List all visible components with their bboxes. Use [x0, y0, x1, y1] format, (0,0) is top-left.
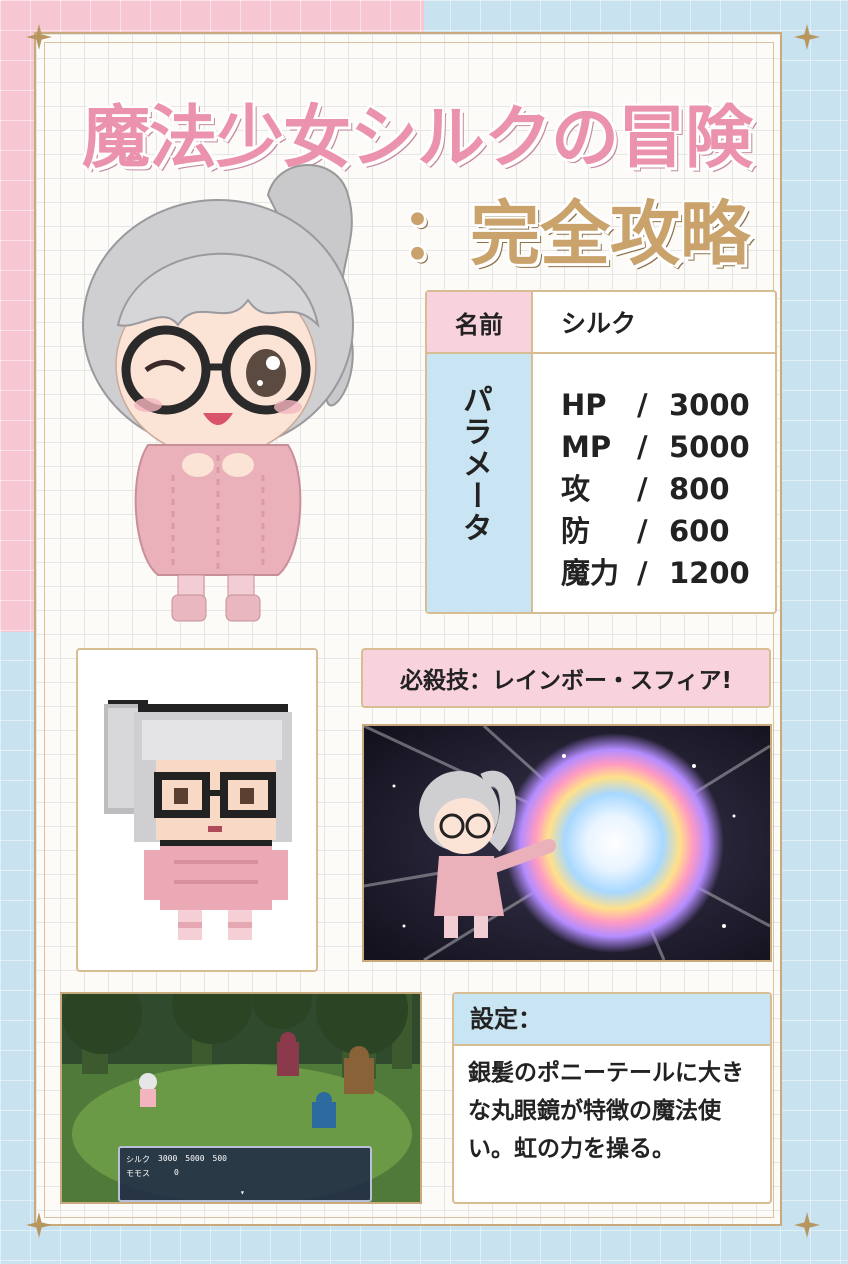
- cursor-arrow-icon: ▾: [240, 1188, 245, 1197]
- stat-row-magic: 魔力 / 1200: [561, 552, 750, 594]
- party-member-hp: 3000: [158, 1154, 178, 1163]
- stat-value: 600: [669, 514, 730, 548]
- party-member-mp: 5000: [185, 1154, 205, 1163]
- rainbow-sphere-art: [364, 726, 770, 960]
- setting-box: 設定： 銀髪のポニーテールに大きな丸眼鏡が特徴の魔法使い。虹の力を操る。: [452, 992, 772, 1204]
- stat-key: 攻: [561, 472, 591, 506]
- parameter-label: パラメータ: [457, 384, 492, 544]
- battle-status-window: シルク 3000 5000 500 モモス 0 ▾: [118, 1146, 372, 1202]
- party-member-ap: 0: [174, 1168, 179, 1177]
- stat-separator: /: [637, 556, 648, 590]
- party-member-ap: 500: [212, 1154, 227, 1163]
- stat-row-defense: 防 / 600: [561, 510, 750, 552]
- special-move-illustration: [362, 724, 772, 962]
- pixel-sprite-illustration: [104, 700, 292, 940]
- stat-value: 5000: [669, 430, 750, 464]
- parameter-label-cell: パラメータ: [427, 354, 533, 612]
- stat-key: HP: [561, 388, 607, 422]
- setting-description: 銀髪のポニーテールに大きな丸眼鏡が特徴の魔法使い。虹の力を操る。: [468, 1060, 744, 1162]
- name-label: 名前: [427, 292, 533, 354]
- stat-key: 魔力: [561, 556, 620, 590]
- title-line-2: ：完全攻略: [400, 193, 750, 275]
- party-row: モモス 0: [126, 1168, 364, 1180]
- party-row: シルク 3000 5000 500: [126, 1154, 364, 1166]
- setting-header: 設定：: [454, 994, 770, 1046]
- stat-key: 防: [561, 514, 591, 548]
- chibi-character-illustration: [82, 164, 354, 622]
- stat-row-hp: HP / 3000: [561, 384, 750, 426]
- stat-separator: /: [637, 430, 648, 464]
- stat-separator: /: [637, 514, 648, 548]
- pixel-sprite-card: [76, 648, 318, 972]
- profile-table: 名前 シルク パラメータ HP / 3000 MP / 5000 攻 / 800…: [425, 290, 777, 614]
- stat-separator: /: [637, 388, 648, 422]
- stat-key: MP: [561, 430, 612, 464]
- stat-value: 800: [669, 472, 730, 506]
- stat-list: HP / 3000 MP / 5000 攻 / 800 防 / 600 魔力 /…: [561, 384, 750, 594]
- stat-row-mp: MP / 5000: [561, 426, 750, 468]
- party-member-name: シルク: [126, 1155, 150, 1164]
- stat-value: 3000: [669, 388, 750, 422]
- stat-separator: /: [637, 472, 648, 506]
- battle-screenshot: シルク 3000 5000 500 モモス 0 ▾: [60, 992, 422, 1204]
- stat-value: 1200: [669, 556, 750, 590]
- name-value: シルク: [533, 292, 775, 354]
- stat-row-attack: 攻 / 800: [561, 468, 750, 510]
- special-move-label: 必殺技：レインボー・スフィア!: [361, 648, 771, 708]
- party-member-name: モモス: [126, 1169, 150, 1178]
